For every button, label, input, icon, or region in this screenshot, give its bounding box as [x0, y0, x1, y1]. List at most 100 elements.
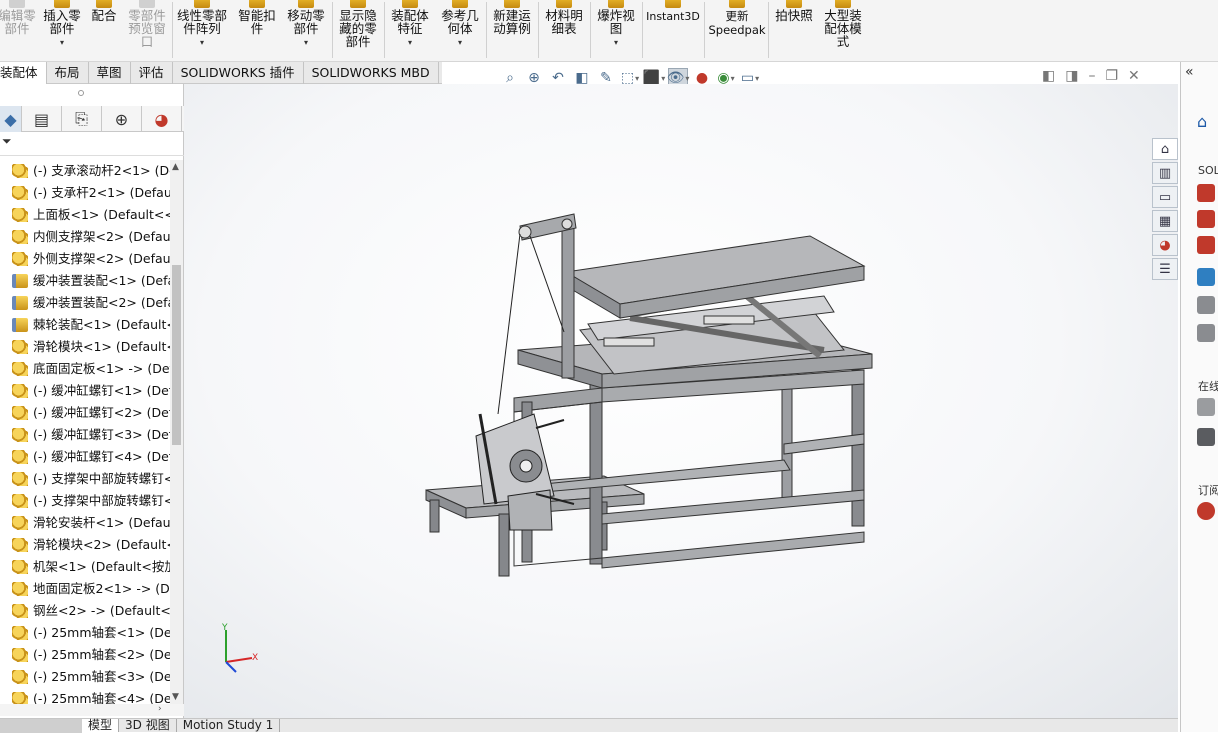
- tree-item[interactable]: 缓冲装置装配<1> (Defau: [0, 270, 170, 292]
- subscription-icon[interactable]: [1197, 502, 1215, 520]
- tree-item[interactable]: (-) 25mm轴套<3> (Defa: [0, 666, 170, 688]
- linear-component-pattern-button[interactable]: 线性零部 件阵列 ▾: [174, 0, 230, 49]
- new-motion-study-button[interactable]: 新建运 动算例: [490, 0, 534, 35]
- tab-scroll-arrows[interactable]: [0, 718, 82, 733]
- tab-evaluate[interactable]: 评估: [131, 62, 173, 84]
- chevron-down-icon[interactable]: ▾: [284, 36, 328, 49]
- tab-solidworks-addins[interactable]: SOLIDWORKS 插件: [173, 62, 304, 84]
- tree-item[interactable]: (-) 缓冲缸螺钉<3> (Defa: [0, 424, 170, 446]
- tab-3d-views[interactable]: 3D 视图: [119, 719, 177, 732]
- tree-item[interactable]: 机架<1> (Default<按加工: [0, 556, 170, 578]
- chevron-down-icon[interactable]: ▾: [438, 36, 482, 49]
- tile-right-icon[interactable]: ◨: [1065, 68, 1078, 84]
- tree-item[interactable]: 滑轮模块<2> (Default<<: [0, 534, 170, 556]
- tree-item[interactable]: 棘轮装配<1> (Default<D: [0, 314, 170, 336]
- chevron-down-icon[interactable]: ▾: [40, 36, 84, 49]
- component-preview-window-button[interactable]: 零部件 预览窗 口: [124, 0, 170, 48]
- property-manager-tab-icon[interactable]: ▤: [22, 106, 62, 132]
- assembly-model-view[interactable]: Y X: [184, 84, 1178, 718]
- tree-item[interactable]: (-) 25mm轴套<4> (Defa: [0, 688, 170, 704]
- tree-horizontal-scrollbar[interactable]: ›: [0, 704, 184, 716]
- restore-icon[interactable]: ❐: [1105, 68, 1118, 84]
- tree-item[interactable]: (-) 缓冲缸螺钉<1> (Defa: [0, 380, 170, 402]
- filter-icon[interactable]: ⏷: [2, 134, 12, 148]
- tree-vertical-scrollbar[interactable]: ▲ ▼: [170, 160, 183, 704]
- community-icon[interactable]: [1197, 324, 1215, 342]
- tree-item[interactable]: 钢丝<2> -> (Default<<: [0, 600, 170, 622]
- tree-item-label: 底面固定板<1> -> (Defa: [33, 361, 170, 376]
- tree-item[interactable]: 内侧支撑架<2> (Default: [0, 226, 170, 248]
- design-library-icon[interactable]: ▥: [1152, 162, 1178, 184]
- edit-component-button[interactable]: 编辑零 部件: [0, 0, 38, 35]
- take-snapshot-button[interactable]: 拍快照: [772, 0, 816, 22]
- bill-of-materials-button[interactable]: 材料明 细表: [542, 0, 586, 35]
- tree-item[interactable]: (-) 支承滚动杆2<1> (Def: [0, 160, 170, 182]
- large-assembly-mode-button[interactable]: 大型装 配体模 式: [820, 0, 866, 48]
- tab-model[interactable]: 模型: [82, 719, 120, 732]
- online-resource-icon[interactable]: [1197, 268, 1215, 286]
- move-component-button[interactable]: 移动零 部件 ▾: [284, 0, 328, 49]
- part-icon: [12, 384, 28, 398]
- close-icon[interactable]: ✕: [1128, 68, 1140, 84]
- tile-left-icon[interactable]: ◧: [1042, 68, 1055, 84]
- tree-item[interactable]: 滑轮安装杆<1> (Default: [0, 512, 170, 534]
- file-explorer-icon[interactable]: ▭: [1152, 186, 1178, 208]
- tree-item[interactable]: (-) 25mm轴套<2> (Defa: [0, 644, 170, 666]
- chevron-down-icon[interactable]: ▾: [174, 36, 230, 49]
- tree-item[interactable]: 地面固定板2<1> -> (De: [0, 578, 170, 600]
- tree-item[interactable]: 底面固定板<1> -> (Defa: [0, 358, 170, 380]
- assembly-features-button[interactable]: 装配体 特征 ▾: [388, 0, 432, 49]
- tools-icon[interactable]: [1197, 296, 1215, 314]
- smart-fasteners-button[interactable]: 智能扣 件: [236, 0, 278, 35]
- chevron-down-icon[interactable]: ▾: [594, 36, 638, 49]
- tab-assembly[interactable]: 装配体: [0, 62, 47, 84]
- view-palette-icon[interactable]: ▦: [1152, 210, 1178, 232]
- tab-solidworks-mbd[interactable]: SOLIDWORKS MBD: [304, 62, 439, 84]
- home-icon[interactable]: ⌂: [1197, 112, 1215, 131]
- tree-item[interactable]: 滑轮模块<1> (Default<<: [0, 336, 170, 358]
- solidworks-resource-icon[interactable]: [1197, 184, 1215, 202]
- insert-components-button[interactable]: 插入零 部件 ▾: [40, 0, 84, 49]
- scroll-up-icon[interactable]: ▲: [172, 162, 179, 172]
- scroll-right-icon[interactable]: ›: [158, 704, 162, 714]
- feature-tree-tab-icon[interactable]: ◆: [0, 106, 22, 132]
- part-icon: [12, 164, 28, 178]
- instant3d-button[interactable]: Instant3D: [644, 0, 702, 23]
- solidworks-resource-icon[interactable]: [1197, 236, 1215, 254]
- handshake-icon[interactable]: [1197, 398, 1215, 416]
- tree-item[interactable]: (-) 25mm轴套<1> (Defa: [0, 622, 170, 644]
- exploded-view-button[interactable]: 爆炸视 图 ▾: [594, 0, 638, 49]
- appearances-icon[interactable]: ◕: [1152, 234, 1178, 256]
- custom-properties-icon[interactable]: ☰: [1152, 258, 1178, 280]
- show-hidden-components-button[interactable]: 显示隐 藏的零 部件: [336, 0, 380, 48]
- tab-layout[interactable]: 布局: [47, 62, 89, 84]
- tab-motion-study-1[interactable]: Motion Study 1: [177, 719, 281, 732]
- tree-filter[interactable]: ⏷: [0, 134, 184, 156]
- configuration-manager-tab-icon[interactable]: ⎘: [62, 106, 102, 132]
- tab-sketch[interactable]: 草图: [89, 62, 131, 84]
- tree-item[interactable]: (-) 缓冲缸螺钉<2> (Defa: [0, 402, 170, 424]
- scrollbar-thumb[interactable]: [172, 265, 181, 445]
- mate-button[interactable]: 配合: [88, 0, 120, 22]
- update-speedpak-button[interactable]: 更新 Speedpak: [706, 0, 768, 37]
- dimxpert-tab-icon[interactable]: ⊕: [102, 106, 142, 132]
- tree-item[interactable]: (-) 支撑架中部旋转螺钉<: [0, 490, 170, 512]
- tree-item[interactable]: 外侧支撑架<2> (Default: [0, 248, 170, 270]
- tree-item[interactable]: 缓冲装置装配<2> (Defau: [0, 292, 170, 314]
- solidworks-resource-icon[interactable]: [1197, 210, 1215, 228]
- tree-item[interactable]: (-) 支承杆2<1> (Default: [0, 182, 170, 204]
- tree-item[interactable]: (-) 缓冲缸螺钉<4> (Defa: [0, 446, 170, 468]
- chevron-down-icon[interactable]: ▾: [388, 36, 432, 49]
- tree-item-label: (-) 缓冲缸螺钉<3> (Defa: [33, 427, 170, 442]
- tree-item[interactable]: (-) 支撑架中部旋转螺钉<: [0, 468, 170, 490]
- document-icon[interactable]: [1197, 428, 1215, 446]
- collapse-pane-icon[interactable]: «: [1185, 64, 1194, 80]
- scroll-down-icon[interactable]: ▼: [172, 692, 179, 702]
- home-icon[interactable]: ⌂: [1152, 138, 1178, 160]
- graphics-area[interactable]: Y X: [184, 84, 1178, 718]
- tree-item[interactable]: 上面板<1> (Default<<D: [0, 204, 170, 226]
- minimize-icon[interactable]: –: [1088, 68, 1095, 84]
- display-manager-tab-icon[interactable]: ◕: [142, 106, 182, 132]
- reference-geometry-button[interactable]: 参考几 何体 ▾: [438, 0, 482, 49]
- panel-splitter-handle[interactable]: [78, 90, 84, 96]
